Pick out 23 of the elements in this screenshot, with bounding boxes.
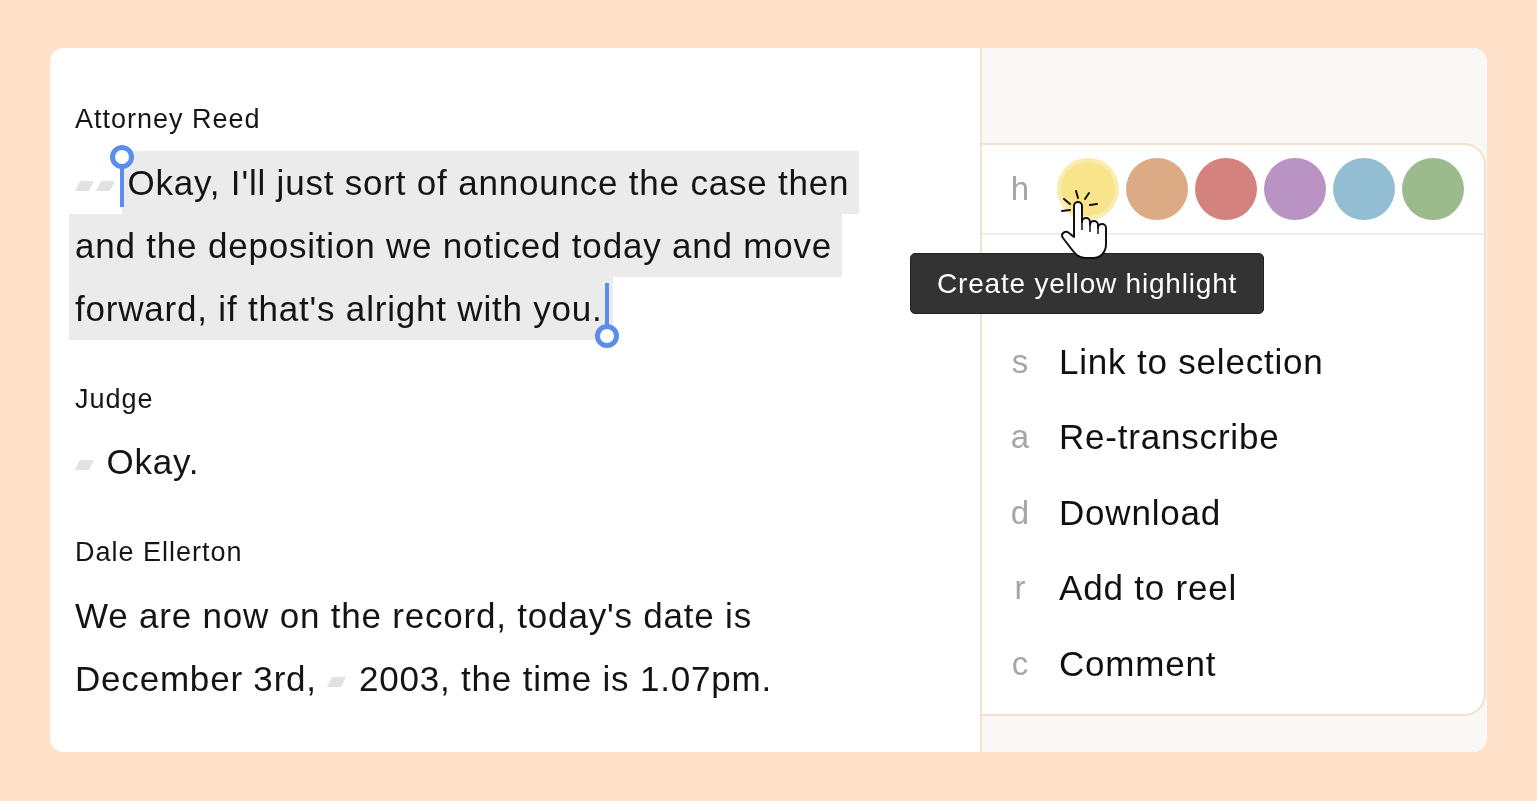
utterance-text: Okay, I'll just sort of announce the case then <box>121 150 860 214</box>
utterance-text: We are now on the record, today's date is <box>75 595 752 635</box>
shortcut-key: r <box>1002 569 1038 608</box>
speaker-name: Judge <box>75 382 154 416</box>
shortcut-key: s <box>1002 342 1038 381</box>
tooltip: Create yellow highlight <box>910 253 1265 314</box>
shortcut-key: d <box>1002 493 1038 532</box>
utterance-text: 2003, the time is 1.07pm. <box>358 658 772 698</box>
utterance-text: and the deposition we noticed today and move <box>69 213 843 277</box>
menu-item[interactable]: s Link to selection <box>982 324 1484 400</box>
shortcut-key: a <box>1002 418 1038 457</box>
menu-item[interactable]: c Comment <box>982 626 1484 702</box>
menu-item[interactable]: r Add to reel <box>982 550 1484 626</box>
menu-item[interactable]: d Download <box>982 475 1484 551</box>
shortcut-key: h <box>1002 170 1038 208</box>
hand-cursor-icon <box>1059 190 1109 260</box>
utterance-text: December 3rd, <box>75 658 317 698</box>
shortcut-key: c <box>1002 644 1038 683</box>
speaker-name: Dale Ellerton <box>75 536 243 569</box>
utterance-text: forward, if that's alright with you. <box>69 276 613 340</box>
utterance-text: Okay. <box>106 442 200 481</box>
menu-item[interactable]: a Re-transcribe <box>982 399 1484 475</box>
speaker-name: Attorney Reed <box>75 103 261 136</box>
